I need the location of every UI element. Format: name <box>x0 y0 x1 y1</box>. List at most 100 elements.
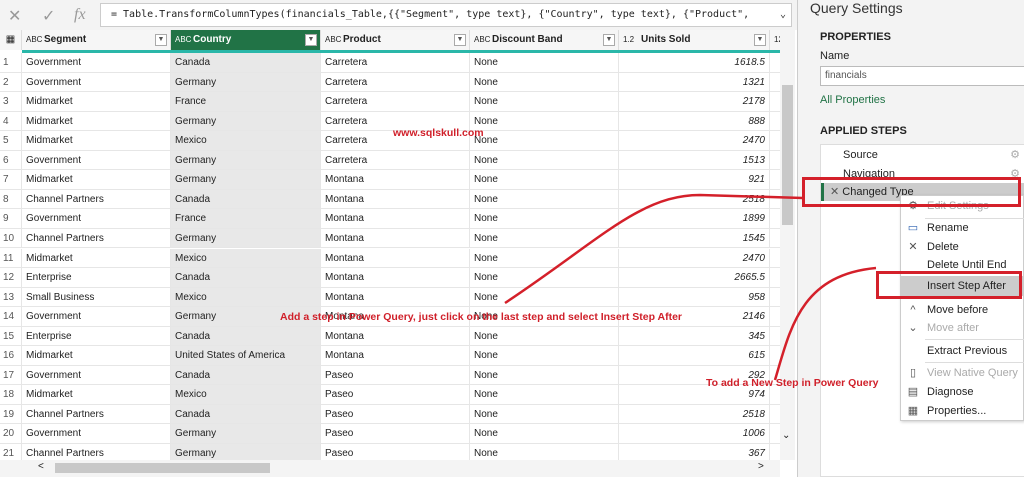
segment-cell[interactable]: Enterprise <box>22 268 171 287</box>
gear-icon[interactable]: ⚙ <box>1010 146 1020 164</box>
country-cell[interactable]: France <box>171 209 321 228</box>
all-properties-link[interactable]: All Properties <box>820 94 885 106</box>
column-header-product[interactable]: ABC Product ▼ <box>321 30 470 50</box>
horizontal-scrollbar[interactable]: < > <box>0 460 780 477</box>
discount-band-cell[interactable]: None <box>470 404 619 424</box>
country-cell[interactable]: Germany <box>171 170 321 189</box>
units-sold-cell[interactable]: 1618.5 <box>619 53 770 72</box>
country-cell[interactable]: Germany <box>171 444 321 460</box>
units-sold-cell[interactable]: 921 <box>619 170 770 189</box>
formula-input[interactable]: = Table.TransformColumnTypes(financials_… <box>100 3 792 27</box>
units-sold-cell[interactable]: 2178 <box>619 92 770 111</box>
product-cell[interactable]: Carretera <box>321 150 470 170</box>
discount-band-cell[interactable]: None <box>470 92 619 111</box>
country-cell[interactable]: Canada <box>171 268 321 287</box>
product-cell[interactable]: Paseo <box>321 424 470 443</box>
column-header-discount-band[interactable]: ABC Discount Band ▼ <box>470 30 619 50</box>
segment-cell[interactable]: Midmarket <box>22 131 171 150</box>
discount-band-cell[interactable]: None <box>470 228 619 248</box>
segment-cell[interactable]: Government <box>22 72 171 92</box>
country-cell[interactable]: Canada <box>171 53 321 72</box>
units-sold-cell[interactable]: 1513 <box>619 150 770 170</box>
fx-icon[interactable]: fx <box>74 6 86 24</box>
discount-band-cell[interactable]: None <box>470 346 619 365</box>
menu-view-native-query[interactable]: ▯ View Native Query <box>901 363 1024 383</box>
product-cell[interactable]: Paseo <box>321 385 470 404</box>
filter-dropdown-icon[interactable]: ▼ <box>454 34 466 46</box>
segment-cell[interactable]: Government <box>22 365 171 385</box>
country-cell[interactable]: Germany <box>171 111 321 131</box>
product-cell[interactable]: Montana <box>321 287 470 307</box>
vertical-scrollbar[interactable]: ⌄ <box>780 30 795 460</box>
product-cell[interactable]: Montana <box>321 268 470 287</box>
units-sold-cell[interactable]: 345 <box>619 326 770 346</box>
units-sold-cell[interactable]: 2518 <box>619 404 770 424</box>
discount-band-cell[interactable]: None <box>470 326 619 346</box>
query-name-input[interactable]: financials <box>820 66 1024 86</box>
country-cell[interactable]: Mexico <box>171 248 321 268</box>
menu-move-after[interactable]: ⌄ Move after <box>901 318 1024 338</box>
discount-band-cell[interactable]: None <box>470 72 619 92</box>
product-cell[interactable]: Paseo <box>321 404 470 424</box>
type-icon[interactable]: 1.2 <box>623 30 634 50</box>
product-cell[interactable]: Carretera <box>321 92 470 111</box>
discount-band-cell[interactable]: None <box>470 424 619 443</box>
scroll-left-icon[interactable]: < <box>38 461 44 472</box>
scroll-down-icon[interactable]: ⌄ <box>782 430 790 441</box>
discount-band-cell[interactable]: None <box>470 170 619 189</box>
discount-band-cell[interactable]: None <box>470 111 619 131</box>
discount-band-cell[interactable]: None <box>470 131 619 150</box>
segment-cell[interactable]: Enterprise <box>22 326 171 346</box>
menu-move-before[interactable]: ^ Move before <box>901 300 1024 320</box>
country-cell[interactable]: Germany <box>171 150 321 170</box>
country-cell[interactable]: Germany <box>171 228 321 248</box>
discount-band-cell[interactable]: None <box>470 209 619 228</box>
segment-cell[interactable]: Small Business <box>22 287 171 307</box>
country-cell[interactable]: Germany <box>171 424 321 443</box>
menu-properties[interactable]: ▦ Properties... <box>901 401 1024 421</box>
menu-diagnose[interactable]: ▤ Diagnose <box>901 382 1024 402</box>
expand-formula-icon[interactable]: ⌄ <box>780 4 786 26</box>
filter-dropdown-icon[interactable]: ▼ <box>603 34 615 46</box>
country-cell[interactable]: United States of America <box>171 346 321 365</box>
units-sold-cell[interactable]: 1899 <box>619 209 770 228</box>
country-cell[interactable]: Canada <box>171 189 321 209</box>
menu-delete[interactable]: ✕ Delete <box>901 237 1024 257</box>
type-icon[interactable]: ABC <box>26 30 42 50</box>
scroll-right-icon[interactable]: > <box>758 461 764 472</box>
segment-cell[interactable]: Midmarket <box>22 385 171 404</box>
units-sold-cell[interactable]: 367 <box>619 444 770 460</box>
discount-band-cell[interactable]: None <box>470 53 619 72</box>
filter-dropdown-icon[interactable]: ▼ <box>305 34 317 46</box>
product-cell[interactable]: Montana <box>321 209 470 228</box>
country-cell[interactable]: France <box>171 92 321 111</box>
product-cell[interactable]: Montana <box>321 228 470 248</box>
discount-band-cell[interactable]: None <box>470 150 619 170</box>
units-sold-cell[interactable]: 1006 <box>619 424 770 443</box>
scroll-thumb[interactable] <box>55 463 270 473</box>
units-sold-cell[interactable]: 958 <box>619 287 770 307</box>
product-cell[interactable]: Paseo <box>321 365 470 385</box>
segment-cell[interactable]: Government <box>22 424 171 443</box>
type-icon[interactable]: ABC <box>474 30 490 50</box>
discount-band-cell[interactable]: None <box>470 365 619 385</box>
menu-extract-previous[interactable]: Extract Previous <box>901 341 1024 361</box>
table-menu-icon[interactable]: ▦ <box>0 30 22 50</box>
segment-cell[interactable]: Midmarket <box>22 92 171 111</box>
product-cell[interactable]: Montana <box>321 346 470 365</box>
segment-cell[interactable]: Channel Partners <box>22 228 171 248</box>
units-sold-cell[interactable]: 2665.5 <box>619 268 770 287</box>
country-cell[interactable]: Mexico <box>171 131 321 150</box>
country-cell[interactable]: Mexico <box>171 287 321 307</box>
segment-cell[interactable]: Government <box>22 150 171 170</box>
filter-dropdown-icon[interactable]: ▼ <box>155 34 167 46</box>
discount-band-cell[interactable]: None <box>470 248 619 268</box>
product-cell[interactable]: Paseo <box>321 444 470 460</box>
segment-cell[interactable]: Government <box>22 307 171 326</box>
segment-cell[interactable]: Midmarket <box>22 248 171 268</box>
discount-band-cell[interactable]: None <box>470 287 619 307</box>
filter-dropdown-icon[interactable]: ▼ <box>754 34 766 46</box>
discount-band-cell[interactable]: None <box>470 444 619 460</box>
product-cell[interactable]: Montana <box>321 248 470 268</box>
segment-cell[interactable]: Channel Partners <box>22 189 171 209</box>
